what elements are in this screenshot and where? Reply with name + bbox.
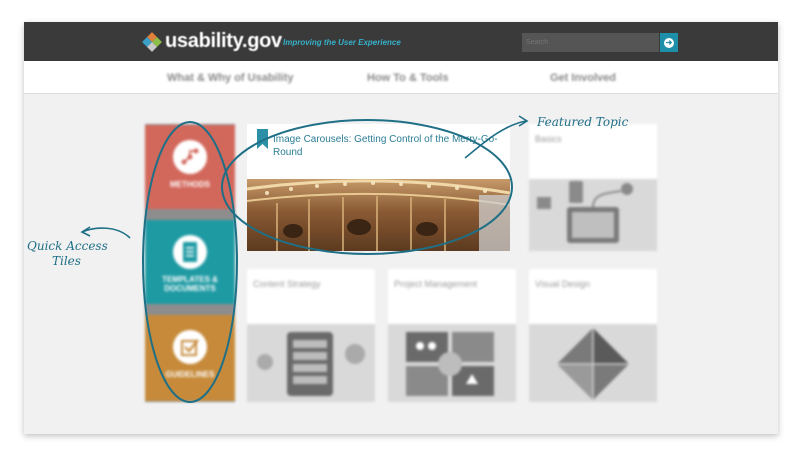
quick-access-annotation-line1: Quick Access [27,239,108,253]
featured-highlight-ellipse [221,119,513,255]
quick-access-annotation-line2: Tiles [52,254,81,268]
featured-arrow [464,120,527,159]
quick-access-arrow [81,227,131,239]
quick-access-highlight-ellipse [142,121,238,403]
annotation-overlay [80,115,529,403]
featured-topic-annotation: Featured Topic [537,115,629,129]
